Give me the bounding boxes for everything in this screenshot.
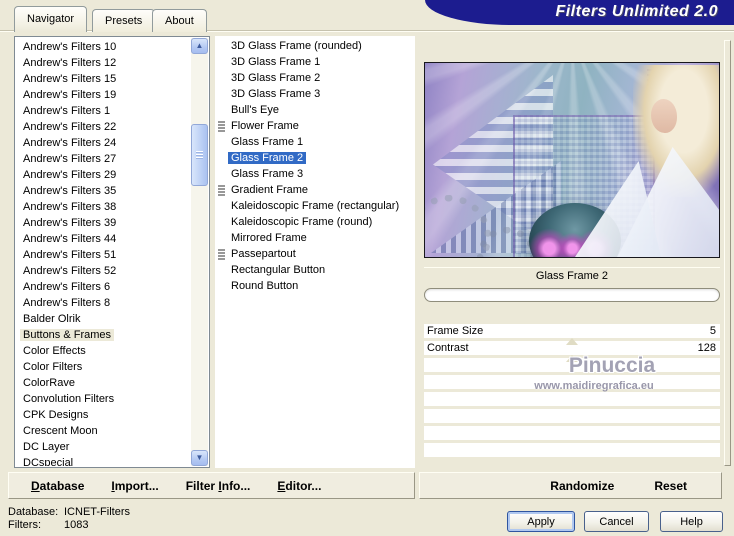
- scrollbar-thumb[interactable]: [191, 124, 208, 186]
- category-list-item[interactable]: Andrew's Filters 19: [16, 87, 191, 103]
- filter-list-item[interactable]: 3D Glass Frame 2: [215, 70, 415, 86]
- toolbar-right: Randomize Reset: [419, 472, 722, 499]
- preset-grip-icon: [218, 249, 225, 260]
- tab-about[interactable]: About: [152, 9, 207, 32]
- category-list-item[interactable]: DC Layer: [16, 439, 191, 455]
- filter-info-button[interactable]: Filter Info...: [186, 479, 251, 493]
- import-button[interactable]: Import...: [111, 479, 158, 493]
- filter-list-item[interactable]: Glass Frame 3: [215, 166, 415, 182]
- slider-label: Frame Size: [427, 325, 484, 337]
- preset-grip-icon: [218, 121, 225, 132]
- toolbar-left: Database Import... Filter Info... Editor…: [8, 472, 415, 499]
- empty-slider-row: [424, 392, 720, 406]
- filter-list-item[interactable]: Round Button: [215, 278, 415, 294]
- preview-progress-bar: [424, 288, 720, 302]
- filter-list-item[interactable]: Passepartout: [215, 246, 415, 262]
- apply-button[interactable]: Apply: [507, 511, 575, 532]
- category-list-item[interactable]: Balder Olrik: [16, 311, 191, 327]
- app-title: Filters Unlimited 2.0: [555, 3, 718, 20]
- title-banner: Filters Unlimited 2.0: [425, 0, 734, 25]
- category-list-item[interactable]: Andrew's Filters 52: [16, 263, 191, 279]
- category-list-item[interactable]: Andrew's Filters 15: [16, 71, 191, 87]
- category-list-item[interactable]: Andrew's Filters 35: [16, 183, 191, 199]
- category-list-item[interactable]: Buttons & Frames: [16, 327, 191, 343]
- slider-value: 5: [709, 325, 716, 337]
- filter-list-item[interactable]: 3D Glass Frame 1: [215, 54, 415, 70]
- category-list-item[interactable]: Andrew's Filters 24: [16, 135, 191, 151]
- filter-list-item[interactable]: Kaleidoscopic Frame (round): [215, 214, 415, 230]
- category-list-item[interactable]: Andrew's Filters 12: [16, 55, 191, 71]
- scroll-up-icon[interactable]: ▲: [191, 38, 208, 54]
- slider-thumb[interactable]: [566, 338, 578, 345]
- filter-list-item[interactable]: Glass Frame 2: [215, 150, 415, 166]
- slider-thumb[interactable]: [566, 355, 578, 362]
- category-items: Andrew's Filters 10 Andrew's Filters 12 …: [16, 38, 191, 466]
- category-list-item[interactable]: Color Effects: [16, 343, 191, 359]
- category-list-item[interactable]: Andrew's Filters 38: [16, 199, 191, 215]
- filter-list-item[interactable]: Mirrored Frame: [215, 230, 415, 246]
- category-list-item[interactable]: Andrew's Filters 29: [16, 167, 191, 183]
- category-list-item[interactable]: Color Filters: [16, 359, 191, 375]
- status-database-label: Database:: [8, 506, 59, 518]
- status-filters-value: 1083: [64, 519, 89, 531]
- category-list-item[interactable]: Andrew's Filters 8: [16, 295, 191, 311]
- filter-list-item[interactable]: Bull's Eye: [215, 102, 415, 118]
- frame-size-slider[interactable]: Frame Size 5: [424, 324, 720, 345]
- cancel-button[interactable]: Cancel: [584, 511, 649, 532]
- slider-value: 128: [697, 342, 716, 354]
- scroll-down-icon[interactable]: ▼: [191, 450, 208, 466]
- filter-list-item[interactable]: Rectangular Button: [215, 262, 415, 278]
- category-list-item[interactable]: Andrew's Filters 44: [16, 231, 191, 247]
- category-list-item[interactable]: Andrew's Filters 51: [16, 247, 191, 263]
- category-list-item[interactable]: Convolution Filters: [16, 391, 191, 407]
- empty-slider-rows: [424, 358, 720, 457]
- empty-slider-row: [424, 443, 720, 457]
- filter-list-item[interactable]: 3D Glass Frame (rounded): [215, 38, 415, 54]
- category-list: Andrew's Filters 10 Andrew's Filters 12 …: [14, 36, 210, 468]
- status-filters-label: Filters:: [8, 519, 41, 531]
- filter-list: 3D Glass Frame (rounded) 3D Glass Frame …: [215, 36, 415, 468]
- randomize-button[interactable]: Randomize: [550, 479, 614, 493]
- category-list-item[interactable]: CPK Designs: [16, 407, 191, 423]
- category-list-item[interactable]: Crescent Moon: [16, 423, 191, 439]
- reset-button[interactable]: Reset: [654, 479, 687, 493]
- category-list-item[interactable]: DCspecial: [16, 455, 191, 466]
- category-scrollbar[interactable]: ▲ ▼: [191, 38, 208, 466]
- preview-image[interactable]: [424, 62, 720, 258]
- panel-splitter[interactable]: [724, 40, 731, 466]
- filter-list-item[interactable]: Kaleidoscopic Frame (rectangular): [215, 198, 415, 214]
- help-button[interactable]: Help: [660, 511, 723, 532]
- empty-slider-row: [424, 426, 720, 440]
- filter-list-item[interactable]: Gradient Frame: [215, 182, 415, 198]
- tab-navigator[interactable]: Navigator: [14, 6, 88, 32]
- category-list-item[interactable]: Andrew's Filters 27: [16, 151, 191, 167]
- empty-slider-row: [424, 375, 720, 389]
- status-database-value: ICNET-Filters: [64, 506, 130, 518]
- filter-list-item[interactable]: Glass Frame 1: [215, 134, 415, 150]
- category-list-item[interactable]: ColorRave: [16, 375, 191, 391]
- category-list-item[interactable]: Andrew's Filters 22: [16, 119, 191, 135]
- slider-label: Contrast: [427, 342, 469, 354]
- database-button[interactable]: Database: [31, 479, 84, 493]
- category-list-item[interactable]: Andrew's Filters 6: [16, 279, 191, 295]
- filter-list-item[interactable]: Flower Frame: [215, 118, 415, 134]
- preview-art-face: [651, 99, 677, 133]
- category-list-item[interactable]: Andrew's Filters 10: [16, 39, 191, 55]
- tab-presets[interactable]: Presets: [92, 9, 156, 32]
- empty-slider-row: [424, 409, 720, 423]
- filter-list-item[interactable]: 3D Glass Frame 3: [215, 86, 415, 102]
- editor-button[interactable]: Editor...: [277, 479, 321, 493]
- selected-filter-name: Glass Frame 2: [424, 267, 720, 284]
- preview-panel: Glass Frame 2 Frame Size 5 Contrast 128 …: [420, 36, 734, 470]
- preset-grip-icon: [218, 185, 225, 196]
- category-list-item[interactable]: Andrew's Filters 39: [16, 215, 191, 231]
- category-list-item[interactable]: Andrew's Filters 1: [16, 103, 191, 119]
- parameter-sliders: Frame Size 5 Contrast 128: [424, 324, 720, 460]
